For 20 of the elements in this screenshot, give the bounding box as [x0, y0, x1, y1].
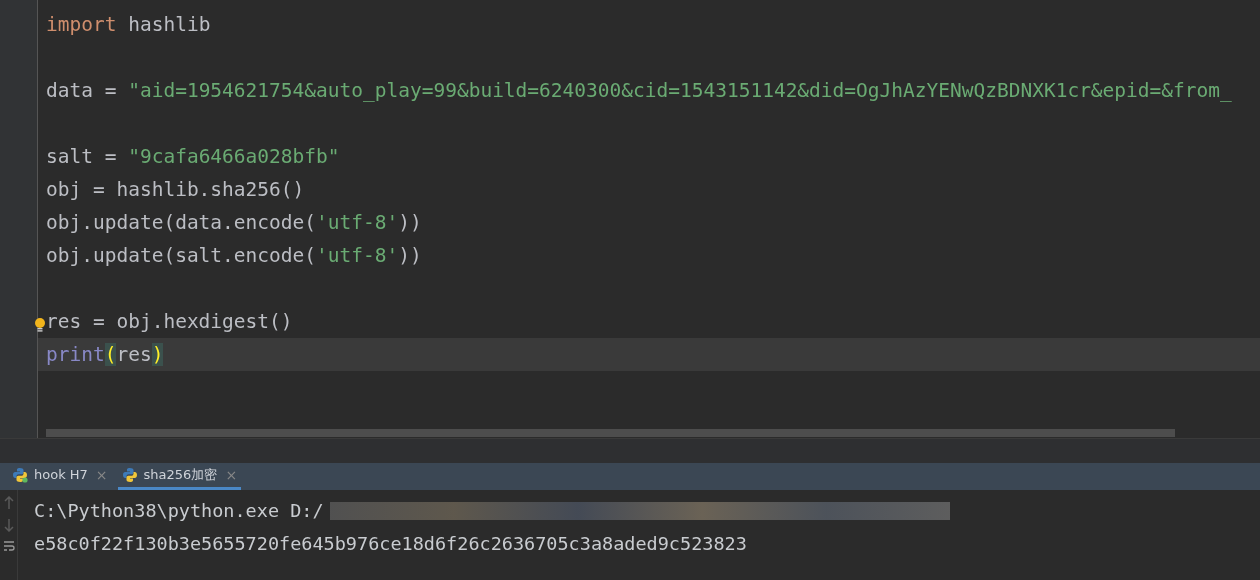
console-output: e58c0f22f130b3e5655720fe645b976ce18d6f26c2636705c3a8aded9c523823 — [34, 531, 747, 556]
code-line: res = obj.hexdigest() — [46, 311, 293, 332]
run-tab[interactable]: sha256加密 × — [117, 463, 242, 490]
code-line: import hashlib — [46, 14, 211, 35]
lightbulb-icon[interactable] — [33, 317, 47, 333]
code-line: data = "aid=1954621754&auto_play=99&build=6240300&cid=1543151142&did=OgJhAzYENwQzBDNXK1cr&epid=&from_ — [46, 80, 1232, 101]
down-arrow-icon[interactable] — [3, 518, 14, 532]
tab-label: hook H7 — [34, 466, 88, 485]
panel-splitter[interactable] — [0, 438, 1260, 463]
code-line: obj.update(data.encode('utf-8')) — [46, 212, 422, 233]
code-line: salt = "9cafa6466a028bfb" — [46, 146, 340, 167]
code-line: obj.update(salt.encode('utf-8')) — [46, 245, 422, 266]
tab-label: sha256加密 — [143, 466, 218, 485]
code-line: obj = hashlib.sha256() — [46, 179, 305, 200]
horizontal-scrollbar[interactable] — [46, 429, 1175, 437]
code-line: print(res) — [46, 344, 164, 365]
console-command: C:\Python38\python.exe D:/ — [34, 498, 324, 523]
wrap-icon[interactable] — [2, 540, 15, 552]
up-arrow-icon[interactable] — [3, 496, 14, 510]
run-tab[interactable]: hook H7 × — [8, 463, 112, 490]
